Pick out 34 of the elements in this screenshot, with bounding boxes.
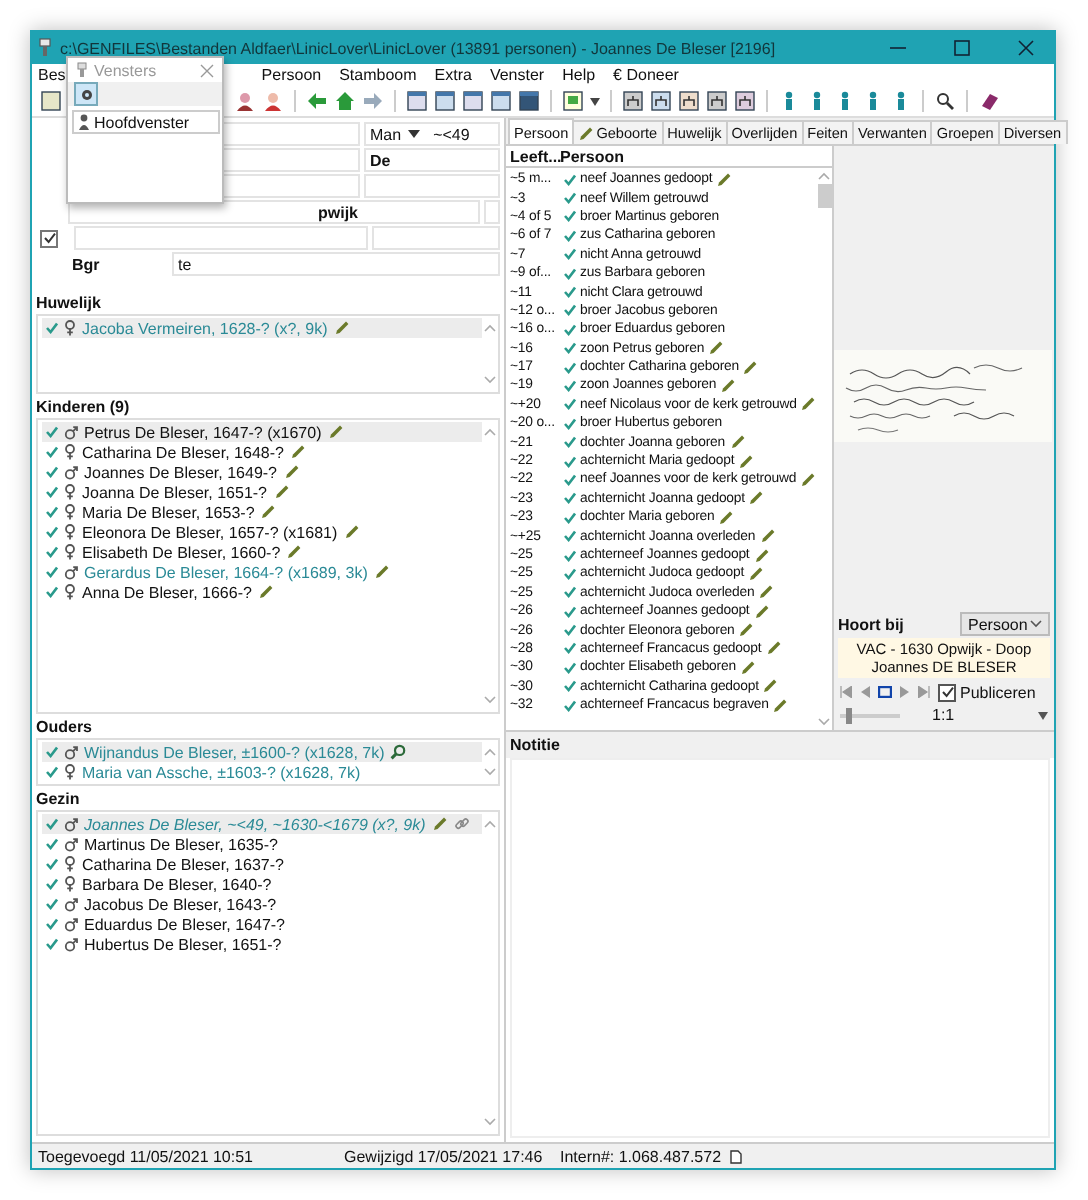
person-name: Jacoba Vermeiren, 1628-? (x?, 9k) — [82, 319, 328, 337]
window-title: c:\GENFILES\Bestanden Aldfaer\LinicLover\LinicLover (13891 personen) - Joannes De Bleser [2196] — [60, 39, 778, 57]
person-name: Eduardus De Bleser, 1647-? — [84, 915, 286, 933]
field-label: Hoort bij — [838, 615, 906, 633]
person-name: Jacobus De Bleser, 1643-? — [84, 895, 277, 913]
checkbox-label: Publiceren — [960, 683, 1036, 701]
person-name: Gerardus De Bleser, 1664-? (x1689, 3k) — [84, 563, 368, 581]
section-heading: Kinderen (9) — [34, 396, 132, 418]
person-name: Wijnandus De Bleser, ±1600-? (x1628, 7k) — [84, 743, 385, 761]
status-text: Toegevoegd 11/05/2021 10:51 — [38, 1147, 256, 1165]
field-label: Bgr — [70, 255, 102, 273]
person-name: Joannes De Bleser, 1649-? — [84, 463, 278, 481]
status-text: Gewijzigd 17/05/2021 17:46 — [344, 1147, 545, 1165]
person-name: Maria van Assche, ±1603-? (x1628, 7k) — [82, 763, 361, 781]
window-title: Vensters — [94, 61, 159, 79]
person-name: Elisabeth De Bleser, 1660-? — [82, 543, 281, 561]
age-text: ~<49 — [433, 125, 470, 143]
person-name: Catharina De Bleser, 1648-? — [82, 443, 284, 461]
person-name: Anna De Bleser, 1666-? — [82, 583, 252, 601]
zoom-text: 1:1 — [932, 706, 955, 724]
section-heading: Gezin — [34, 788, 82, 810]
person-name: Martinus De Bleser, 1635-? — [84, 835, 278, 853]
person-name: Joanna De Bleser, 1651-? — [82, 483, 268, 501]
person-name: Eleonora De Bleser, 1657-? (x1681) — [82, 523, 338, 541]
status-text: Intern#: 1.068.487.572 — [560, 1147, 724, 1165]
person-name: Joannes De Bleser, ~<49, ~1630-<1679 (x?, 9k) — [84, 815, 426, 833]
section-heading: Ouders — [34, 716, 95, 738]
person-name: Petrus De Bleser, 1647-? (x1670) — [84, 423, 322, 441]
person-name: Catharina De Bleser, 1637-? — [82, 855, 284, 873]
person-name: Maria De Bleser, 1653-? — [82, 503, 255, 521]
section-heading: Notitie — [506, 732, 1054, 758]
person-name: Barbara De Bleser, 1640-? — [82, 875, 272, 893]
section-heading: Huwelijk — [34, 292, 103, 314]
person-name: Hubertus De Bleser, 1651-? — [84, 935, 282, 953]
